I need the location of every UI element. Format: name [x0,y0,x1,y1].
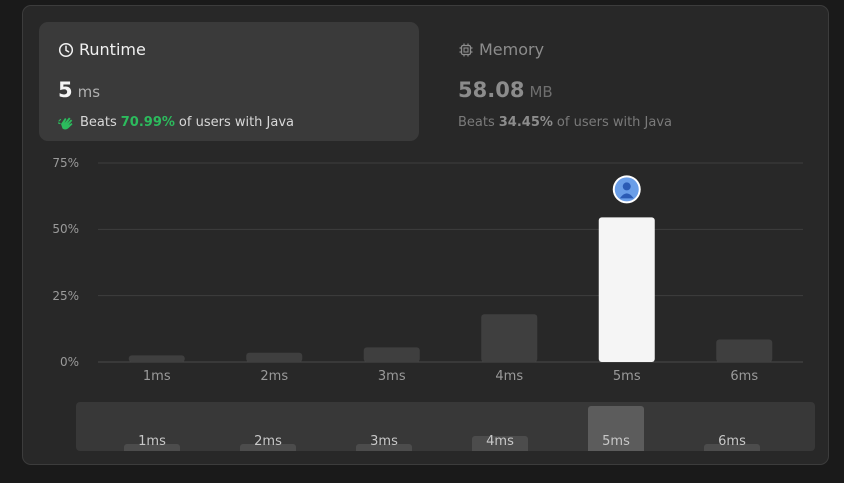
runtime-value-row: 5 ms [58,78,100,102]
y-tick-label: 0% [59,355,79,369]
mini-label: 3ms [370,434,398,449]
runtime-unit: ms [77,83,101,101]
x-tick-label: 1ms [142,369,171,384]
x-tick-label: 2ms [260,369,289,384]
x-tick-label: 5ms [612,369,641,384]
memory-chip-icon [458,42,474,58]
bar-5ms[interactable] [598,217,655,362]
memory-header: Memory [458,40,544,60]
memory-card[interactable]: Memory 58.08 MB Beats 34.45% of users wi… [439,22,819,141]
runtime-beats-row: Beats 70.99% of users with Java [57,115,295,131]
bar-2ms[interactable] [246,352,303,362]
range-selector[interactable]: 1ms 2ms 3ms 4ms 5ms 6ms [76,402,815,451]
bar-6ms[interactable] [716,339,773,362]
memory-title: Memory [479,40,545,59]
memory-beats-label: Beats [458,115,495,130]
runtime-value: 5 [58,78,73,102]
mini-label: 4ms [486,434,514,449]
mini-label: 2ms [254,434,282,449]
mini-label: 5ms [602,434,630,449]
memory-beats-suffix: of users with Java [556,115,673,130]
clock-icon [58,42,74,58]
x-tick-label: 6ms [730,369,759,384]
memory-unit: MB [529,83,553,101]
bar-1ms[interactable] [128,355,185,362]
y-tick-label: 75% [52,156,79,170]
bar-3ms[interactable] [363,347,420,362]
mini-label: 1ms [138,434,166,449]
bar-4ms[interactable] [481,314,538,362]
y-tick-label: 25% [52,288,79,303]
submission-stats-panel: Runtime 5 ms Beats 70.99% of users with … [22,5,829,465]
mini-label: 6ms [718,434,746,449]
runtime-header: Runtime [58,40,146,60]
runtime-card[interactable]: Runtime 5 ms Beats 70.99% of users with … [39,22,419,141]
y-tick-label: 50% [52,222,79,237]
runtime-beats-label: Beats [80,115,117,130]
runtime-beats-suffix: of users with Java [178,115,295,130]
memory-value: 58.08 [458,78,525,102]
x-tick-label: 3ms [377,369,406,384]
user-avatar-icon [612,175,641,204]
runtime-beats-percent: 70.99% [120,115,175,130]
memory-beats-percent: 34.45% [498,115,553,130]
x-tick-label: 4ms [495,369,524,384]
memory-value-row: 58.08 MB [458,78,553,102]
runtime-title: Runtime [79,40,146,59]
memory-beats-row: Beats 34.45% of users with Java [458,115,672,131]
clapping-hands-icon [57,115,76,131]
